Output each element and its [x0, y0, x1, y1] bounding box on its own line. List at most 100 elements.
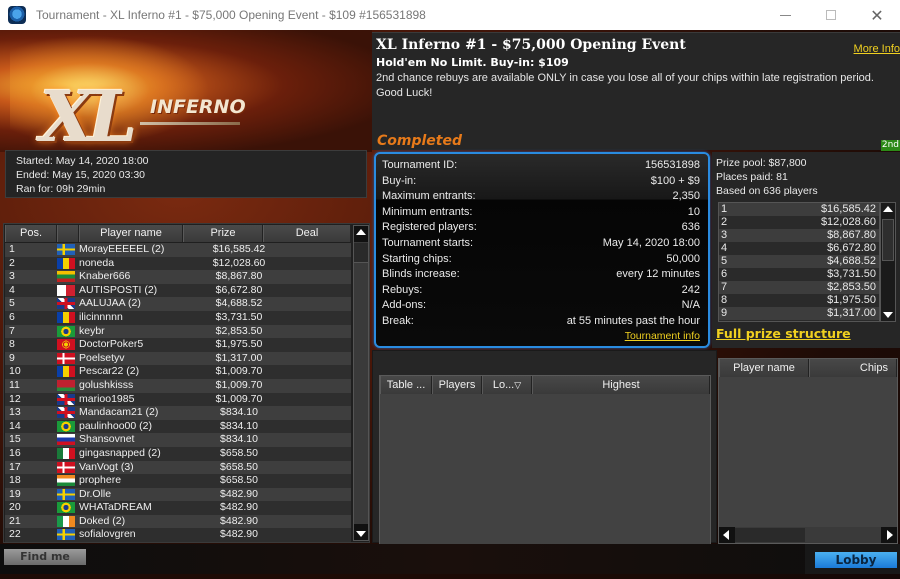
detail-value: 242	[681, 283, 700, 296]
prize-place: 3	[721, 229, 728, 241]
scroll-right-button[interactable]	[881, 527, 897, 543]
result-position: 2	[9, 256, 15, 269]
header-chips[interactable]: Chips	[809, 359, 897, 377]
scrollbar-thumb[interactable]	[354, 243, 368, 263]
more-info-link[interactable]: More Info	[854, 43, 900, 55]
scroll-left-button[interactable]	[719, 527, 735, 543]
result-player-name: sofialovgren	[79, 528, 136, 541]
result-row[interactable]: 8 DoctorPoker5 $1,975.50	[5, 338, 351, 352]
detail-row: Tournament ID: 156531898	[382, 158, 700, 174]
result-player-name: DoctorPoker5	[79, 338, 144, 351]
header-prize[interactable]: Prize	[183, 225, 263, 242]
scroll-up-icon[interactable]	[883, 206, 893, 212]
header-player-name[interactable]: Player name	[79, 225, 183, 242]
result-player-name: noneda	[79, 256, 115, 269]
result-row[interactable]: 10 Pescar22 (2) $1,009.70	[5, 365, 351, 379]
prize-list-scrollbar[interactable]	[880, 202, 896, 322]
detail-label: Break:	[382, 314, 414, 327]
header-players[interactable]: Players	[432, 376, 482, 394]
maximize-button[interactable]	[808, 0, 854, 30]
header-table[interactable]: Table ...	[380, 376, 432, 394]
country-flag-icon	[57, 434, 75, 446]
detail-label: Buy-in:	[382, 174, 417, 187]
result-position: 8	[9, 338, 15, 351]
result-row[interactable]: 3 Knaber666 $8,867.80	[5, 270, 351, 284]
result-player-name: Pescar22 (2)	[79, 365, 140, 378]
prize-row: 2 $12,028.60	[719, 216, 879, 229]
header-pos[interactable]: Pos.	[5, 225, 57, 242]
logo-inferno: INFERNO	[150, 96, 246, 118]
result-row[interactable]: 7 keybr $2,853.50	[5, 324, 351, 339]
result-row[interactable]: 9 Poelsetyv $1,317.00	[5, 351, 351, 366]
result-position: 5	[9, 297, 15, 310]
result-row[interactable]: 11 golushkisss $1,009.70	[5, 378, 351, 393]
result-row[interactable]: 22 sofialovgren $482.90	[5, 528, 351, 542]
tournament-info-link[interactable]: Tournament info	[382, 330, 700, 342]
result-player-name: Doked (2)	[79, 514, 126, 527]
full-prize-structure-link[interactable]: Full prize structure	[716, 326, 851, 341]
result-player-name: keybr	[79, 324, 105, 337]
results-scrollbar[interactable]	[353, 225, 369, 541]
minimize-button[interactable]	[762, 0, 808, 30]
result-row[interactable]: 17 VanVogt (3) $658.50	[5, 460, 351, 475]
title-bar: Tournament - XL Inferno #1 - $75,000 Ope…	[0, 0, 900, 30]
result-row[interactable]: 21 Doked (2) $482.90	[5, 514, 351, 529]
detail-row: Break: at 55 minutes past the hour	[382, 314, 700, 330]
close-icon: ✕	[870, 5, 884, 25]
result-row[interactable]: 4 AUTISPOSTI (2) $6,672.80	[5, 283, 351, 298]
header-lowest[interactable]: Lo...▽	[482, 376, 532, 394]
result-row[interactable]: 20 WHATaDREAM $482.90	[5, 501, 351, 515]
result-row[interactable]: 6 ilicinnnnn $3,731.50	[5, 310, 351, 325]
maximize-icon	[826, 10, 836, 20]
lobby-button[interactable]: Lobby	[815, 552, 897, 568]
result-player-name: AALUJAA (2)	[79, 297, 141, 310]
result-prize: $2,853.50	[215, 324, 263, 337]
tournament-info-header: XL Inferno #1 - $75,000 Opening Event Ho…	[372, 32, 900, 151]
result-row[interactable]: 18 prophere $658.50	[5, 474, 351, 488]
result-prize: $16,585.42	[212, 243, 266, 255]
scroll-up-button[interactable]	[354, 226, 368, 242]
status-label: Completed	[377, 133, 463, 149]
scrollbar-thumb[interactable]	[735, 528, 805, 542]
result-row[interactable]: 14 paulinhoo00 (2) $834.10	[5, 419, 351, 434]
prize-amount: $4,688.52	[827, 255, 876, 267]
results-table: Pos. Player name Prize Deal 1 MorayEEEEEL…	[3, 223, 370, 543]
result-prize: $658.50	[220, 474, 258, 487]
result-player-name: prophere	[79, 474, 122, 487]
scroll-up-icon	[356, 229, 366, 235]
header-player-name[interactable]: Player name	[719, 359, 809, 377]
header-flag[interactable]	[57, 225, 79, 242]
country-flag-icon	[57, 461, 75, 473]
prize-place: 5	[721, 255, 728, 267]
result-row[interactable]: 2 noneda $12,028.60	[5, 256, 351, 271]
result-position: 7	[9, 324, 15, 337]
find-me-button[interactable]: Find me	[4, 549, 86, 565]
result-row[interactable]: 5 AALUJAA (2) $4,688.52	[5, 297, 351, 311]
result-prize: $834.10	[220, 419, 258, 432]
scroll-down-icon	[356, 531, 366, 537]
country-flag-icon	[57, 488, 75, 500]
result-prize: $482.90	[220, 528, 258, 541]
scroll-down-icon[interactable]	[883, 312, 893, 318]
result-row[interactable]: 16 gingasnapped (2) $658.50	[5, 446, 351, 461]
result-row[interactable]: 12 marioo1985 $1,009.70	[5, 392, 351, 407]
detail-row: Minimum entrants: 10	[382, 205, 700, 221]
detail-row: Blinds increase: every 12 minutes	[382, 267, 700, 283]
header-deal[interactable]: Deal	[263, 225, 351, 242]
sort-desc-icon: ▽	[514, 380, 522, 390]
result-row[interactable]: 13 Mandacam21 (2) $834.10	[5, 406, 351, 420]
result-position: 9	[9, 351, 15, 364]
result-position: 10	[9, 365, 21, 378]
prize-amount: $2,853.50	[827, 281, 876, 293]
header-highest[interactable]: Highest	[532, 376, 710, 394]
players-hscrollbar[interactable]	[719, 527, 897, 543]
close-button[interactable]: ✕	[854, 0, 900, 30]
result-row[interactable]: 19 Dr.Olle $482.90	[5, 487, 351, 502]
result-row[interactable]: 1 MorayEEEEEL (2) $16,585.42	[5, 243, 351, 257]
detail-label: Add-ons:	[382, 299, 427, 312]
result-prize: $12,028.60	[212, 256, 266, 269]
prize-amount: $6,672.80	[827, 242, 876, 254]
result-row[interactable]: 15 Shansovnet $834.10	[5, 433, 351, 447]
scroll-down-button[interactable]	[354, 524, 368, 540]
scrollbar-thumb[interactable]	[882, 219, 894, 261]
